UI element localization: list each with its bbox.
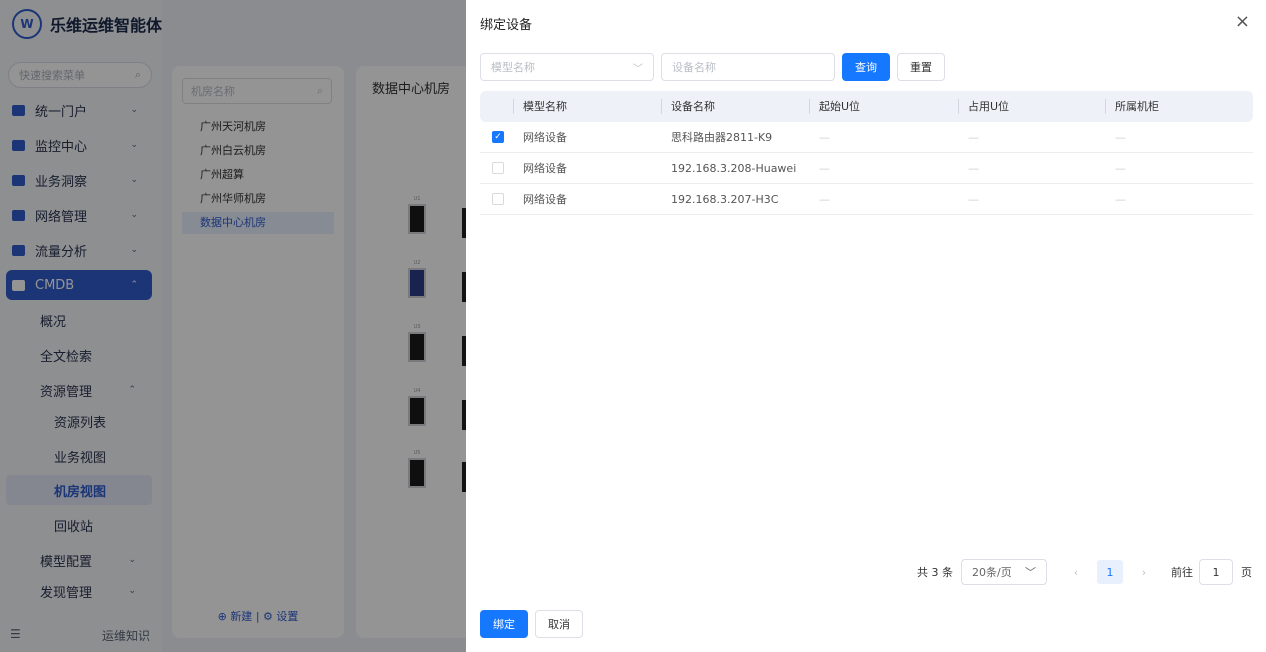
cell-cabinet: — <box>1115 193 1126 206</box>
column-header-label: 起始U位 <box>819 100 861 113</box>
row-checkbox[interactable] <box>492 162 504 174</box>
cell-used-u: — <box>968 193 979 206</box>
cell-used-u: — <box>968 162 979 175</box>
cell-start-u: — <box>819 162 830 175</box>
table-header: 模型名称 设备名称 起始U位 占用U位 所属机柜 <box>480 91 1253 122</box>
goto-label: 前往 <box>1171 566 1193 579</box>
table-row[interactable]: 网络设备 192.168.3.208-Huawei — — — <box>480 153 1253 184</box>
table-row[interactable]: 网络设备 192.168.3.207-H3C — — — <box>480 184 1253 215</box>
page-suffix-label: 页 <box>1241 566 1252 579</box>
column-divider <box>809 99 810 114</box>
cell-cabinet: — <box>1115 162 1126 175</box>
page-size-value: 20条/页 <box>972 566 1012 579</box>
column-header-device: 设备名称 <box>661 91 715 122</box>
column-header-start-u: 起始U位 <box>809 91 861 122</box>
next-page-button[interactable]: › <box>1133 561 1155 583</box>
row-checkbox-checked[interactable]: ✓ <box>492 131 504 143</box>
table-row[interactable]: ✓ 网络设备 思科路由器2811-K9 — — — <box>480 122 1253 153</box>
chevron-down-icon: ﹀ <box>633 63 643 75</box>
column-divider <box>513 99 514 114</box>
cancel-button[interactable]: 取消 <box>535 610 583 638</box>
cell-cabinet: — <box>1115 131 1126 144</box>
page-size-select[interactable]: 20条/页 ﹀ <box>961 559 1047 585</box>
model-name-placeholder: 模型名称 <box>491 61 535 74</box>
prev-page-button[interactable]: ‹ <box>1065 561 1087 583</box>
column-divider <box>661 99 662 114</box>
column-header-model: 模型名称 <box>513 91 567 122</box>
cell-model: 网络设备 <box>523 193 567 206</box>
reset-button[interactable]: 重置 <box>897 53 945 81</box>
bind-device-drawer: 绑定设备 × 模型名称 ﹀ 查询 重置 模型名称 设备名称 起始U位 占用U位 … <box>466 0 1266 652</box>
cell-device: 192.168.3.207-H3C <box>671 193 779 206</box>
column-header-label: 所属机柜 <box>1115 100 1159 113</box>
column-header-cabinet: 所属机柜 <box>1105 91 1159 122</box>
column-header-label: 模型名称 <box>523 100 567 113</box>
model-name-select[interactable]: 模型名称 ﹀ <box>480 53 654 81</box>
cell-device: 192.168.3.208-Huawei <box>671 162 797 175</box>
close-icon[interactable]: × <box>1235 12 1250 32</box>
query-button[interactable]: 查询 <box>842 53 890 81</box>
device-name-input[interactable] <box>661 53 835 81</box>
pagination-total: 共 3 条 <box>917 566 953 579</box>
bind-button[interactable]: 绑定 <box>480 610 528 638</box>
cell-model: 网络设备 <box>523 131 567 144</box>
pagination: 共 3 条 20条/页 ﹀ ‹ 1 › 前往 页 <box>917 559 1252 585</box>
goto-page-input[interactable] <box>1199 559 1233 585</box>
page-number-current[interactable]: 1 <box>1097 560 1123 584</box>
drawer-title: 绑定设备 <box>480 18 533 33</box>
cell-start-u: — <box>819 193 830 206</box>
cell-device: 思科路由器2811-K9 <box>671 131 773 144</box>
cell-model: 网络设备 <box>523 162 567 175</box>
cell-used-u: — <box>968 131 979 144</box>
column-header-used-u: 占用U位 <box>958 91 1010 122</box>
column-header-label: 占用U位 <box>968 100 1010 113</box>
column-header-label: 设备名称 <box>671 100 715 113</box>
row-checkbox[interactable] <box>492 193 504 205</box>
cell-start-u: — <box>819 131 830 144</box>
chevron-down-icon: ﹀ <box>1025 566 1036 579</box>
column-divider <box>958 99 959 114</box>
device-table: 模型名称 设备名称 起始U位 占用U位 所属机柜 ✓ 网络设备 思科路由器281… <box>480 91 1253 215</box>
column-divider <box>1105 99 1106 114</box>
